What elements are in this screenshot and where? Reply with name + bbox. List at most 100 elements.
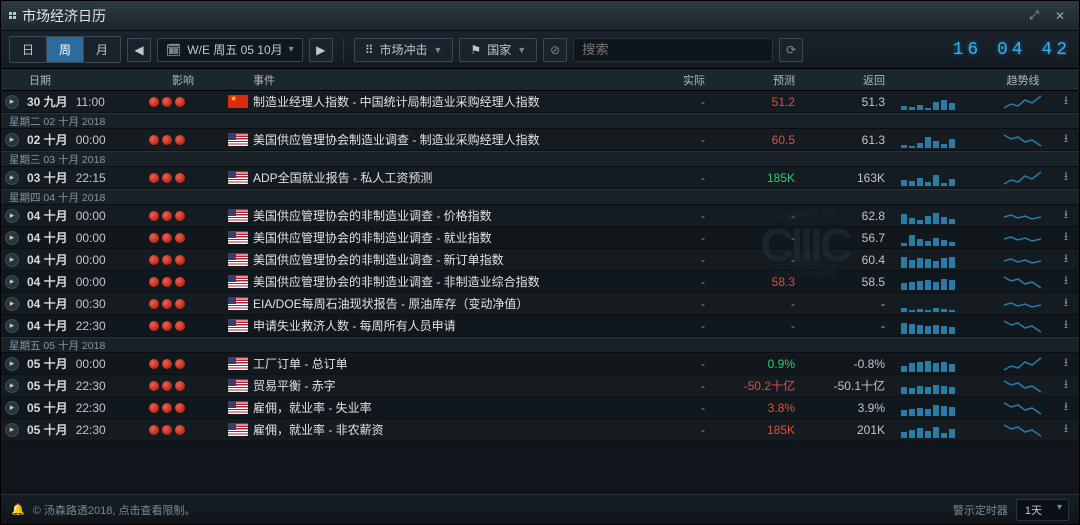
- history-bars: [895, 249, 993, 271]
- download-icon[interactable]: ⭳: [1053, 353, 1079, 374]
- event-row[interactable]: ▸ 30 九月11:00制造业经理人指数 - 中国统计局制造业采购经理人指数-5…: [1, 91, 1079, 113]
- event-row[interactable]: ▸ 03 十月22:15ADP全国就业报告 - 私人工资预测-185K163K …: [1, 167, 1079, 189]
- group-header: 星期二 02 十月 2018: [1, 113, 1079, 129]
- col-impact[interactable]: 影响: [143, 72, 223, 88]
- next-button[interactable]: ▶: [309, 38, 333, 62]
- bell-icon[interactable]: 🔔: [11, 503, 25, 516]
- impact-dot: [175, 381, 185, 391]
- flag-cell: [223, 275, 253, 288]
- forecast-value: 60.5: [715, 133, 805, 147]
- download-icon[interactable]: ⭳: [1053, 227, 1079, 248]
- forecast-value: -: [715, 209, 805, 223]
- impact-dot: [162, 359, 172, 369]
- expand-button[interactable]: ▸: [1, 423, 23, 437]
- expand-button[interactable]: ▸: [1, 209, 23, 223]
- download-icon[interactable]: ⭳: [1053, 397, 1079, 418]
- event-row[interactable]: ▸ 05 十月22:30雇佣，就业率 - 非农薪资-185K201K ⭳: [1, 419, 1079, 441]
- download-icon[interactable]: ⭳: [1053, 271, 1079, 292]
- download-icon[interactable]: ⭳: [1053, 315, 1079, 336]
- impact-icon: ⠿: [365, 43, 374, 57]
- history-bars: [895, 375, 993, 397]
- date-cell: 04 十月00:00: [23, 207, 143, 224]
- col-trend[interactable]: 趋势线: [993, 72, 1053, 88]
- tab-month[interactable]: 月: [84, 37, 120, 62]
- expand-icon[interactable]: ⤢: [1023, 7, 1045, 25]
- prev-button[interactable]: ◀: [127, 38, 151, 62]
- expand-button[interactable]: ▸: [1, 357, 23, 371]
- country-label: 国家: [487, 41, 511, 58]
- history-bars: [895, 419, 993, 441]
- event-row[interactable]: ▸ 04 十月00:00美国供应管理协会的非制造业调查 - 非制造业综合指数-5…: [1, 271, 1079, 293]
- flag-cell: [223, 171, 253, 184]
- download-icon[interactable]: ⭳: [1053, 249, 1079, 270]
- expand-button[interactable]: ▸: [1, 275, 23, 289]
- trend-sparkline: [993, 252, 1053, 268]
- date-cell: 05 十月22:30: [23, 421, 143, 438]
- event-row[interactable]: ▸ 05 十月22:30贸易平衡 - 赤字--50.2十亿-50.1十亿 ⭳: [1, 375, 1079, 397]
- event-row[interactable]: ▸ 04 十月00:00美国供应管理协会的非制造业调查 - 新订单指数--60.…: [1, 249, 1079, 271]
- flag-icon: ⚑: [470, 43, 481, 57]
- group-header: 星期四 04 十月 2018: [1, 189, 1079, 205]
- event-row[interactable]: ▸ 04 十月00:00美国供应管理协会的非制造业调查 - 价格指数--62.8…: [1, 205, 1079, 227]
- download-icon[interactable]: ⭳: [1053, 293, 1079, 314]
- event-row[interactable]: ▸ 05 十月00:00工厂订单 - 总订单-0.9%-0.8% ⭳: [1, 353, 1079, 375]
- impact-dot: [162, 255, 172, 265]
- copyright[interactable]: © 汤森路透2018, 点击查看限制。: [33, 502, 196, 518]
- duration-select[interactable]: 1天: [1016, 499, 1069, 521]
- col-prior[interactable]: 返回: [805, 72, 895, 88]
- date-display[interactable]: 🗓 W/E 周五 05 10月 ▾: [157, 38, 303, 62]
- separator: [343, 38, 344, 62]
- event-row[interactable]: ▸ 04 十月00:00美国供应管理协会的非制造业调查 - 就业指数--56.7…: [1, 227, 1079, 249]
- expand-button[interactable]: ▸: [1, 401, 23, 415]
- impact-dot: [162, 173, 172, 183]
- col-event[interactable]: 事件: [253, 72, 625, 88]
- expand-button[interactable]: ▸: [1, 297, 23, 311]
- col-date[interactable]: 日期: [23, 72, 143, 88]
- forecast-value: 0.9%: [715, 357, 805, 371]
- impact-dot: [149, 425, 159, 435]
- tab-day[interactable]: 日: [10, 37, 47, 62]
- prior-value: 60.4: [805, 253, 895, 267]
- event-row[interactable]: ▸ 04 十月00:30EIA/DOE每周石油现状报告 - 原油库存（变动净值）…: [1, 293, 1079, 315]
- col-actual[interactable]: 实际: [625, 72, 715, 88]
- col-forecast[interactable]: 预测: [715, 72, 805, 88]
- expand-button[interactable]: ▸: [1, 133, 23, 147]
- download-icon[interactable]: ⭳: [1053, 419, 1079, 440]
- forecast-value: 58.3: [715, 275, 805, 289]
- trend-sparkline: [993, 318, 1053, 334]
- forecast-value: 185K: [715, 423, 805, 437]
- trend-sparkline: [993, 230, 1053, 246]
- download-icon[interactable]: ⭳: [1053, 205, 1079, 226]
- date-cell: 05 十月22:30: [23, 399, 143, 416]
- flag-icon: [228, 401, 248, 414]
- market-impact-filter[interactable]: ⠿ 市场冲击 ▼: [354, 38, 454, 62]
- download-icon[interactable]: ⭳: [1053, 129, 1079, 150]
- download-icon[interactable]: ⭳: [1053, 91, 1079, 112]
- refresh-button[interactable]: ⟳: [779, 38, 803, 62]
- history-bars: [895, 315, 993, 337]
- download-icon[interactable]: ⭳: [1053, 375, 1079, 396]
- impact-cell: [143, 403, 223, 413]
- expand-button[interactable]: ▸: [1, 379, 23, 393]
- expand-button[interactable]: ▸: [1, 253, 23, 267]
- clock: 16 04 42: [953, 40, 1071, 60]
- expand-button[interactable]: ▸: [1, 95, 23, 109]
- event-row[interactable]: ▸ 05 十月22:30雇佣，就业率 - 失业率-3.8%3.9% ⭳: [1, 397, 1079, 419]
- expand-button[interactable]: ▸: [1, 231, 23, 245]
- prior-value: 51.3: [805, 95, 895, 109]
- history-bars: [895, 227, 993, 249]
- clear-filter-button[interactable]: ⊘: [543, 38, 567, 62]
- impact-dot: [175, 211, 185, 221]
- tab-week[interactable]: 周: [47, 37, 84, 62]
- event-row[interactable]: ▸ 02 十月00:00美国供应管理协会制造业调查 - 制造业采购经理人指数-6…: [1, 129, 1079, 151]
- date-cell: 04 十月00:00: [23, 251, 143, 268]
- expand-button[interactable]: ▸: [1, 171, 23, 185]
- impact-dot: [175, 321, 185, 331]
- close-icon[interactable]: ✕: [1049, 7, 1071, 25]
- country-filter[interactable]: ⚑ 国家 ▼: [459, 38, 537, 62]
- expand-button[interactable]: ▸: [1, 319, 23, 333]
- event-list[interactable]: ▸ 30 九月11:00制造业经理人指数 - 中国统计局制造业采购经理人指数-5…: [1, 91, 1079, 494]
- search-input[interactable]: [573, 38, 773, 62]
- download-icon[interactable]: ⭳: [1053, 167, 1079, 188]
- event-row[interactable]: ▸ 04 十月22:30申请失业救济人数 - 每周所有人员申请--- ⭳: [1, 315, 1079, 337]
